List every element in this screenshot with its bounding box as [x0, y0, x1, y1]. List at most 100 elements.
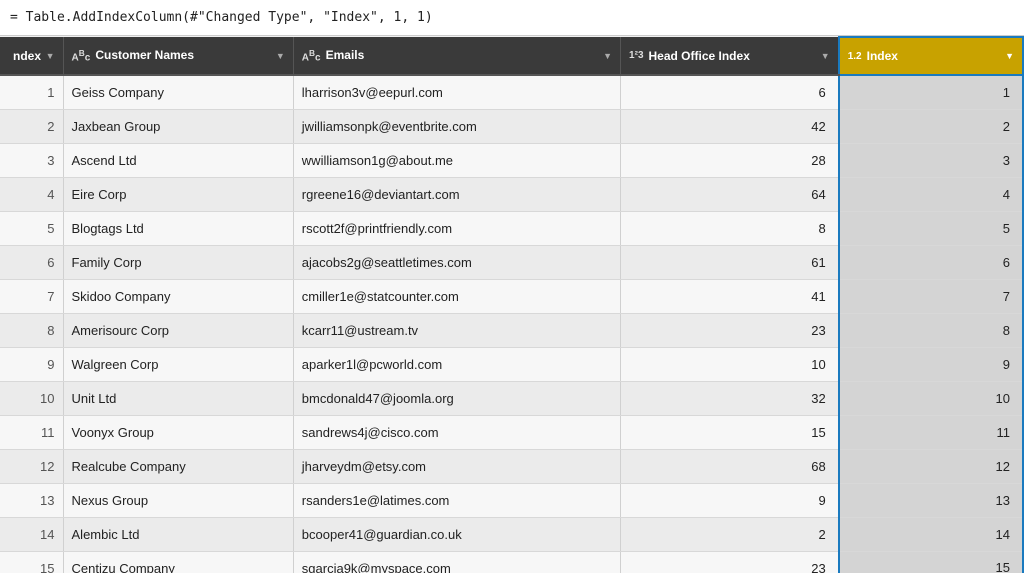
col-customer-label: Customer Names: [95, 48, 194, 62]
col-headoffice-dropdown[interactable]: ▼: [821, 51, 830, 61]
cell-row-idx: 7: [0, 279, 63, 313]
cell-customer: Nexus Group: [63, 483, 293, 517]
col-header-index: ndex ▼: [0, 37, 63, 75]
col-index-dropdown[interactable]: ▼: [46, 51, 55, 61]
cell-headoffice: 8: [621, 211, 839, 245]
table-row: 11Voonyx Groupsandrews4j@cisco.com1511: [0, 415, 1023, 449]
col-email-label: Emails: [326, 48, 365, 62]
cell-email: jwilliamsonpk@eventbrite.com: [293, 109, 620, 143]
cell-customer: Skidoo Company: [63, 279, 293, 313]
cell-email: wwilliamson1g@about.me: [293, 143, 620, 177]
cell-indexnum: 14: [839, 517, 1023, 551]
cell-email: sandrews4j@cisco.com: [293, 415, 620, 449]
cell-headoffice: 32: [621, 381, 839, 415]
cell-customer: Unit Ltd: [63, 381, 293, 415]
cell-customer: Alembic Ltd: [63, 517, 293, 551]
cell-customer: Eire Corp: [63, 177, 293, 211]
cell-indexnum: 12: [839, 449, 1023, 483]
cell-customer: Voonyx Group: [63, 415, 293, 449]
cell-row-idx: 11: [0, 415, 63, 449]
table-row: 9Walgreen Corpaparker1l@pcworld.com109: [0, 347, 1023, 381]
table-row: 2Jaxbean Groupjwilliamsonpk@eventbrite.c…: [0, 109, 1023, 143]
cell-email: cmiller1e@statcounter.com: [293, 279, 620, 313]
col-customer-type-icon: ABc: [72, 48, 91, 63]
cell-email: jharveydm@etsy.com: [293, 449, 620, 483]
cell-email: bcooper41@guardian.co.uk: [293, 517, 620, 551]
cell-indexnum: 11: [839, 415, 1023, 449]
cell-headoffice: 23: [621, 313, 839, 347]
col-customer-dropdown[interactable]: ▼: [276, 51, 285, 61]
col-header-headoffice: 1²3 Head Office Index ▼: [621, 37, 839, 75]
col-email-type-icon: ABc: [302, 48, 321, 63]
cell-email: rsanders1e@latimes.com: [293, 483, 620, 517]
col-header-indexnum: 1.2 Index ▼: [839, 37, 1023, 75]
table-body: 1Geiss Companylharrison3v@eepurl.com612J…: [0, 75, 1023, 573]
cell-headoffice: 15: [621, 415, 839, 449]
cell-email: aparker1l@pcworld.com: [293, 347, 620, 381]
cell-headoffice: 9: [621, 483, 839, 517]
col-indexnum-type-icon: 1.2: [848, 51, 862, 62]
formula-text: = Table.AddIndexColumn(#"Changed Type", …: [10, 10, 433, 25]
cell-row-idx: 9: [0, 347, 63, 381]
cell-indexnum: 2: [839, 109, 1023, 143]
table-row: 6Family Corpajacobs2g@seattletimes.com61…: [0, 245, 1023, 279]
cell-email: rgreene16@deviantart.com: [293, 177, 620, 211]
cell-row-idx: 15: [0, 551, 63, 573]
cell-customer: Walgreen Corp: [63, 347, 293, 381]
cell-customer: Blogtags Ltd: [63, 211, 293, 245]
cell-headoffice: 10: [621, 347, 839, 381]
table-row: 14Alembic Ltdbcooper41@guardian.co.uk214: [0, 517, 1023, 551]
cell-customer: Amerisourc Corp: [63, 313, 293, 347]
table-container: ndex ▼ ABc Customer Names ▼: [0, 36, 1024, 573]
cell-headoffice: 2: [621, 517, 839, 551]
cell-row-idx: 8: [0, 313, 63, 347]
table-row: 4Eire Corprgreene16@deviantart.com644: [0, 177, 1023, 211]
cell-indexnum: 5: [839, 211, 1023, 245]
table-header-row: ndex ▼ ABc Customer Names ▼: [0, 37, 1023, 75]
cell-email: kcarr11@ustream.tv: [293, 313, 620, 347]
cell-indexnum: 13: [839, 483, 1023, 517]
cell-row-idx: 14: [0, 517, 63, 551]
cell-indexnum: 15: [839, 551, 1023, 573]
data-table: ndex ▼ ABc Customer Names ▼: [0, 36, 1024, 573]
cell-indexnum: 7: [839, 279, 1023, 313]
cell-customer: Family Corp: [63, 245, 293, 279]
col-indexnum-label: Index: [867, 49, 898, 63]
cell-row-idx: 13: [0, 483, 63, 517]
cell-email: ajacobs2g@seattletimes.com: [293, 245, 620, 279]
table-row: 1Geiss Companylharrison3v@eepurl.com61: [0, 75, 1023, 109]
cell-row-idx: 12: [0, 449, 63, 483]
table-row: 8Amerisourc Corpkcarr11@ustream.tv238: [0, 313, 1023, 347]
cell-headoffice: 23: [621, 551, 839, 573]
cell-indexnum: 10: [839, 381, 1023, 415]
cell-headoffice: 28: [621, 143, 839, 177]
cell-row-idx: 2: [0, 109, 63, 143]
col-email-dropdown[interactable]: ▼: [603, 51, 612, 61]
table-row: 10Unit Ltdbmcdonald47@joomla.org3210: [0, 381, 1023, 415]
cell-headoffice: 41: [621, 279, 839, 313]
col-indexnum-dropdown[interactable]: ▼: [1005, 51, 1014, 61]
table-row: 3Ascend Ltdwwilliamson1g@about.me283: [0, 143, 1023, 177]
cell-indexnum: 6: [839, 245, 1023, 279]
table-row: 15Centizu Companysgarcia9k@myspace.com23…: [0, 551, 1023, 573]
cell-customer: Jaxbean Group: [63, 109, 293, 143]
cell-row-idx: 6: [0, 245, 63, 279]
table-row: 7Skidoo Companycmiller1e@statcounter.com…: [0, 279, 1023, 313]
cell-indexnum: 8: [839, 313, 1023, 347]
cell-indexnum: 9: [839, 347, 1023, 381]
cell-row-idx: 3: [0, 143, 63, 177]
cell-customer: Realcube Company: [63, 449, 293, 483]
cell-headoffice: 61: [621, 245, 839, 279]
cell-headoffice: 64: [621, 177, 839, 211]
cell-customer: Geiss Company: [63, 75, 293, 109]
cell-email: lharrison3v@eepurl.com: [293, 75, 620, 109]
cell-indexnum: 1: [839, 75, 1023, 109]
cell-headoffice: 68: [621, 449, 839, 483]
cell-email: rscott2f@printfriendly.com: [293, 211, 620, 245]
table-row: 12Realcube Companyjharveydm@etsy.com6812: [0, 449, 1023, 483]
col-header-email: ABc Emails ▼: [293, 37, 620, 75]
cell-headoffice: 42: [621, 109, 839, 143]
cell-email: bmcdonald47@joomla.org: [293, 381, 620, 415]
table-row: 13Nexus Grouprsanders1e@latimes.com913: [0, 483, 1023, 517]
col-header-customer: ABc Customer Names ▼: [63, 37, 293, 75]
